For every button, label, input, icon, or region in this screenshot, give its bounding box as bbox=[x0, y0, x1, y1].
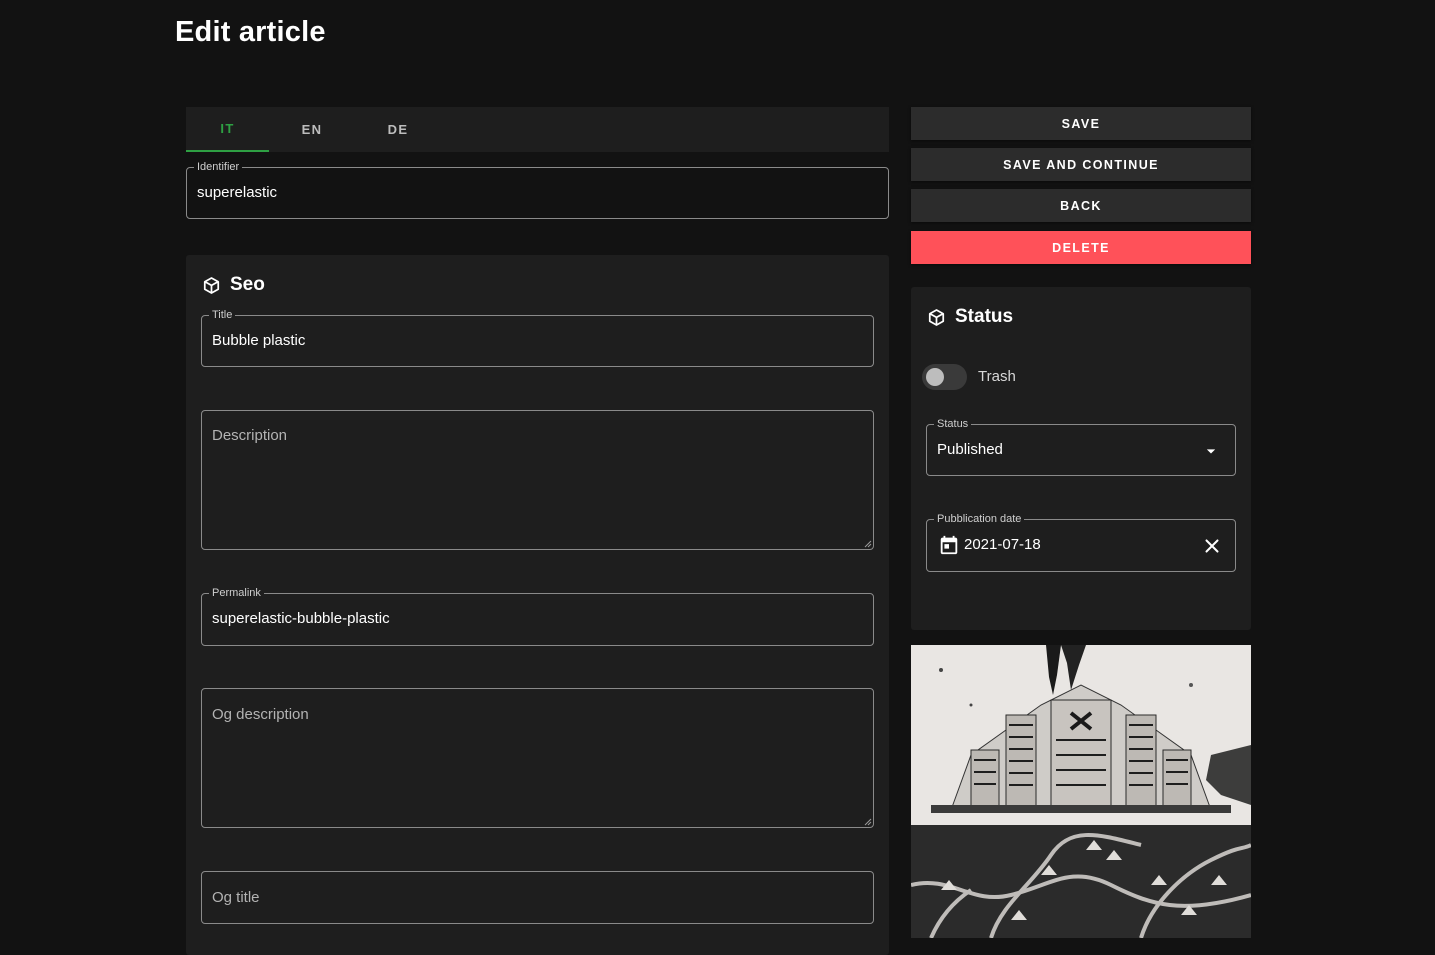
tab-en[interactable]: EN bbox=[269, 107, 355, 152]
trash-toggle[interactable] bbox=[922, 364, 967, 390]
seo-title-field[interactable]: Title Bubble plastic bbox=[201, 308, 874, 367]
save-and-continue-button[interactable]: SAVE AND CONTINUE bbox=[911, 148, 1251, 181]
description-textarea[interactable]: Description bbox=[201, 410, 874, 550]
seo-title-label: Title bbox=[209, 308, 236, 322]
og-title-placeholder: Og title bbox=[212, 889, 260, 906]
toggle-thumb bbox=[926, 368, 944, 386]
save-button[interactable]: SAVE bbox=[911, 107, 1251, 140]
permalink-value: superelastic-bubble-plastic bbox=[212, 610, 390, 627]
description-placeholder: Description bbox=[212, 427, 288, 444]
status-select[interactable]: Status Published bbox=[926, 417, 1236, 476]
language-tabs: IT EN DE bbox=[186, 107, 889, 152]
caret-down-icon bbox=[1206, 449, 1216, 454]
identifier-label: Identifier bbox=[194, 160, 243, 174]
featured-image[interactable] bbox=[911, 645, 1251, 938]
seo-header-label: Seo bbox=[230, 274, 265, 295]
building-illustration bbox=[911, 645, 1251, 938]
seo-header: Seo bbox=[202, 274, 265, 296]
seo-title-value: Bubble plastic bbox=[212, 332, 306, 349]
tab-it[interactable]: IT bbox=[186, 107, 269, 152]
publication-date-field[interactable]: Pubblication date 2021-07-18 bbox=[926, 512, 1236, 572]
publication-date-label: Pubblication date bbox=[934, 512, 1025, 526]
resize-handle-icon[interactable] bbox=[864, 818, 872, 826]
delete-button[interactable]: DELETE bbox=[911, 231, 1251, 264]
cube-icon bbox=[928, 308, 945, 326]
og-description-textarea[interactable]: Og description bbox=[201, 688, 874, 828]
back-button[interactable]: BACK bbox=[911, 189, 1251, 222]
status-select-value: Published bbox=[937, 441, 1003, 458]
trash-label: Trash bbox=[978, 368, 1016, 385]
calendar-icon bbox=[940, 535, 958, 555]
permalink-field[interactable]: Permalink superelastic-bubble-plastic bbox=[201, 586, 874, 646]
permalink-label: Permalink bbox=[209, 586, 264, 600]
publication-date-value: 2021-07-18 bbox=[964, 536, 1041, 553]
status-header-label: Status bbox=[955, 306, 1014, 327]
tab-de[interactable]: DE bbox=[355, 107, 441, 152]
og-title-field[interactable]: Og title bbox=[201, 871, 874, 924]
page-title: Edit article bbox=[175, 16, 326, 48]
og-description-placeholder: Og description bbox=[212, 706, 309, 723]
identifier-field[interactable]: Identifier superelastic bbox=[186, 160, 889, 219]
clear-date-icon[interactable] bbox=[1201, 535, 1223, 557]
cube-icon bbox=[203, 276, 220, 294]
status-select-label: Status bbox=[934, 417, 972, 431]
resize-handle-icon[interactable] bbox=[864, 540, 872, 548]
status-header: Status bbox=[927, 306, 1013, 328]
identifier-value: superelastic bbox=[197, 184, 278, 201]
